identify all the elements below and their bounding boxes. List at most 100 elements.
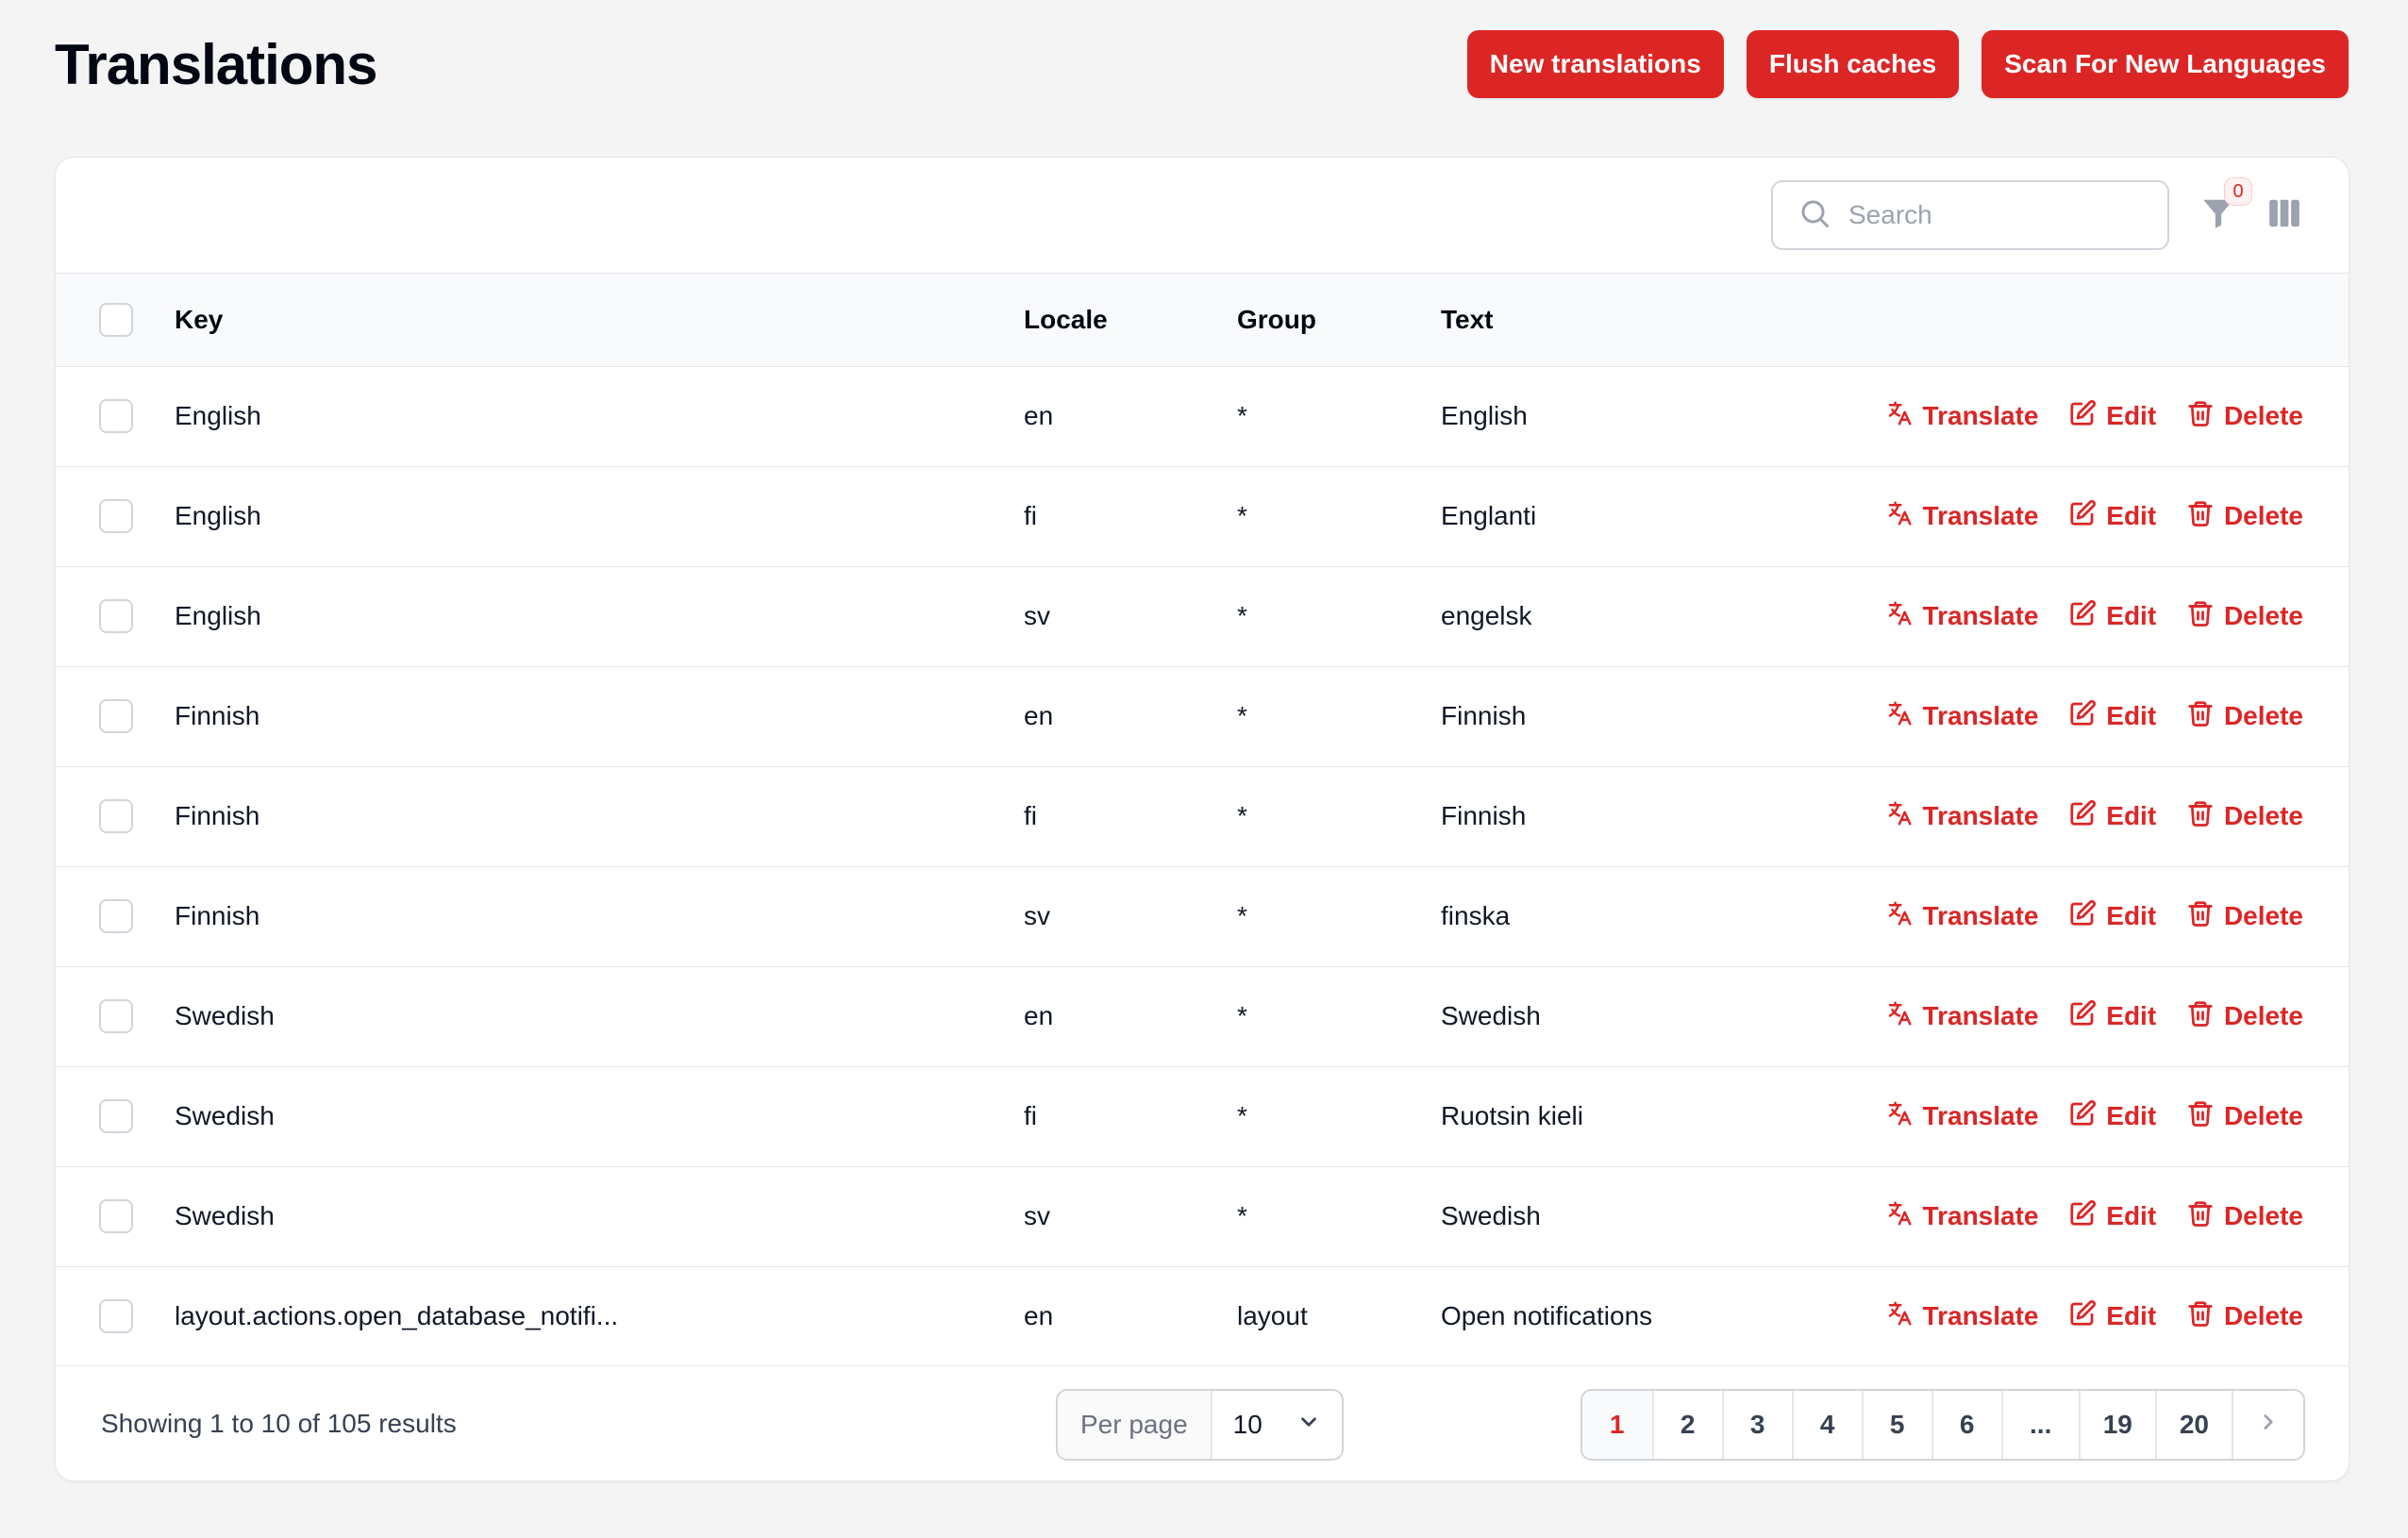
- page-button-19[interactable]: 19: [2078, 1391, 2155, 1459]
- delete-action[interactable]: Delete: [2186, 1199, 2303, 1234]
- cell-group: *: [1237, 1201, 1247, 1230]
- cell-text: English: [1441, 401, 1528, 430]
- translate-action[interactable]: Translate: [1885, 1299, 2039, 1334]
- translate-action[interactable]: Translate: [1885, 999, 2039, 1034]
- edit-action[interactable]: Edit: [2068, 799, 2156, 834]
- delete-action[interactable]: Delete: [2186, 899, 2303, 934]
- page-button-4[interactable]: 4: [1791, 1391, 1862, 1459]
- columns-toggle-button[interactable]: [2264, 194, 2305, 236]
- row-checkbox[interactable]: [99, 699, 133, 733]
- table-row: Finnish fi * Finnish Translate Edit Dele…: [56, 766, 2349, 866]
- per-page-select[interactable]: 10: [1212, 1391, 1342, 1459]
- header-text[interactable]: Text: [1441, 274, 1716, 366]
- translate-label: Translate: [1922, 601, 2039, 630]
- select-all-checkbox[interactable]: [99, 302, 133, 337]
- edit-icon: [2068, 799, 2097, 834]
- cell-text: Swedish: [1441, 1201, 1541, 1230]
- row-checkbox[interactable]: [99, 399, 133, 433]
- translate-action[interactable]: Translate: [1885, 899, 2039, 934]
- edit-icon: [2068, 399, 2097, 434]
- cell-locale: en: [1024, 401, 1054, 430]
- delete-action[interactable]: Delete: [2186, 999, 2303, 1034]
- flush-caches-button[interactable]: Flush caches: [1746, 30, 1960, 98]
- delete-action[interactable]: Delete: [2186, 1099, 2303, 1134]
- trash-icon: [2186, 899, 2215, 934]
- filter-button[interactable]: 0: [2198, 177, 2252, 236]
- per-page-control: Per page 10: [1056, 1389, 1344, 1461]
- row-checkbox[interactable]: [99, 1299, 133, 1334]
- edit-action[interactable]: Edit: [2068, 499, 2156, 534]
- translate-action[interactable]: Translate: [1885, 599, 2039, 634]
- translate-icon: [1885, 499, 1914, 534]
- translate-icon: [1885, 1199, 1914, 1234]
- page-button-5[interactable]: 5: [1861, 1391, 1931, 1459]
- translate-action[interactable]: Translate: [1885, 399, 2039, 434]
- translate-action[interactable]: Translate: [1885, 699, 2039, 734]
- header-group[interactable]: Group: [1237, 274, 1441, 366]
- table-row: Swedish sv * Swedish Translate Edit Dele…: [56, 1166, 2349, 1266]
- row-actions: Translate Edit Delete: [1716, 1266, 2349, 1366]
- delete-action[interactable]: Delete: [2186, 1299, 2303, 1334]
- delete-label: Delete: [2223, 501, 2303, 530]
- delete-action[interactable]: Delete: [2186, 799, 2303, 834]
- row-checkbox[interactable]: [99, 999, 133, 1033]
- edit-action[interactable]: Edit: [2068, 1199, 2156, 1234]
- edit-action[interactable]: Edit: [2068, 999, 2156, 1034]
- search-icon: [1798, 196, 1831, 235]
- delete-action[interactable]: Delete: [2186, 599, 2303, 634]
- edit-action[interactable]: Edit: [2068, 699, 2156, 734]
- edit-action[interactable]: Edit: [2068, 1299, 2156, 1334]
- delete-action[interactable]: Delete: [2186, 699, 2303, 734]
- delete-label: Delete: [2223, 701, 2303, 730]
- edit-action[interactable]: Edit: [2068, 399, 2156, 434]
- row-checkbox[interactable]: [99, 1199, 133, 1233]
- translate-action[interactable]: Translate: [1885, 499, 2039, 534]
- row-checkbox[interactable]: [99, 799, 133, 833]
- translate-icon: [1885, 1099, 1914, 1134]
- cell-key: English: [175, 601, 261, 630]
- translate-label: Translate: [1922, 901, 2039, 930]
- translate-action[interactable]: Translate: [1885, 799, 2039, 834]
- trash-icon: [2186, 599, 2215, 634]
- scan-languages-button[interactable]: Scan For New Languages: [1982, 30, 2349, 98]
- edit-icon: [2068, 899, 2097, 934]
- row-actions: Translate Edit Delete: [1716, 466, 2349, 566]
- row-checkbox[interactable]: [99, 499, 133, 533]
- edit-action[interactable]: Edit: [2068, 1099, 2156, 1134]
- new-translations-button[interactable]: New translations: [1466, 30, 1724, 98]
- edit-icon: [2068, 499, 2097, 534]
- next-page-button[interactable]: [2232, 1391, 2303, 1459]
- edit-action[interactable]: Edit: [2068, 599, 2156, 634]
- trash-icon: [2186, 999, 2215, 1034]
- row-actions: Translate Edit Delete: [1716, 566, 2349, 666]
- translate-icon: [1885, 399, 1914, 434]
- cell-locale: en: [1024, 701, 1054, 730]
- page-button-1[interactable]: 1: [1581, 1391, 1652, 1459]
- row-checkbox[interactable]: [99, 899, 133, 933]
- page-button-20[interactable]: 20: [2154, 1391, 2232, 1459]
- delete-action[interactable]: Delete: [2186, 399, 2303, 434]
- translate-action[interactable]: Translate: [1885, 1099, 2039, 1134]
- row-checkbox[interactable]: [99, 599, 133, 633]
- search-box[interactable]: [1771, 180, 2169, 250]
- header-key[interactable]: Key: [175, 274, 1024, 366]
- page-button-3[interactable]: 3: [1721, 1391, 1792, 1459]
- edit-icon: [2068, 999, 2097, 1034]
- search-input[interactable]: [1848, 200, 2132, 230]
- translate-label: Translate: [1922, 1301, 2039, 1331]
- trash-icon: [2186, 699, 2215, 734]
- edit-label: Edit: [2106, 1101, 2157, 1130]
- translate-icon: [1885, 599, 1914, 634]
- header-locale[interactable]: Locale: [1024, 274, 1237, 366]
- page-button-6[interactable]: 6: [1931, 1391, 2001, 1459]
- row-checkbox[interactable]: [99, 1099, 133, 1133]
- cell-key: Finnish: [175, 901, 260, 930]
- edit-label: Edit: [2106, 601, 2157, 630]
- cell-group: *: [1237, 501, 1247, 530]
- trash-icon: [2186, 499, 2215, 534]
- page-button-2[interactable]: 2: [1651, 1391, 1722, 1459]
- delete-action[interactable]: Delete: [2186, 499, 2303, 534]
- translate-action[interactable]: Translate: [1885, 1199, 2039, 1234]
- edit-label: Edit: [2106, 1001, 2157, 1030]
- edit-action[interactable]: Edit: [2068, 899, 2156, 934]
